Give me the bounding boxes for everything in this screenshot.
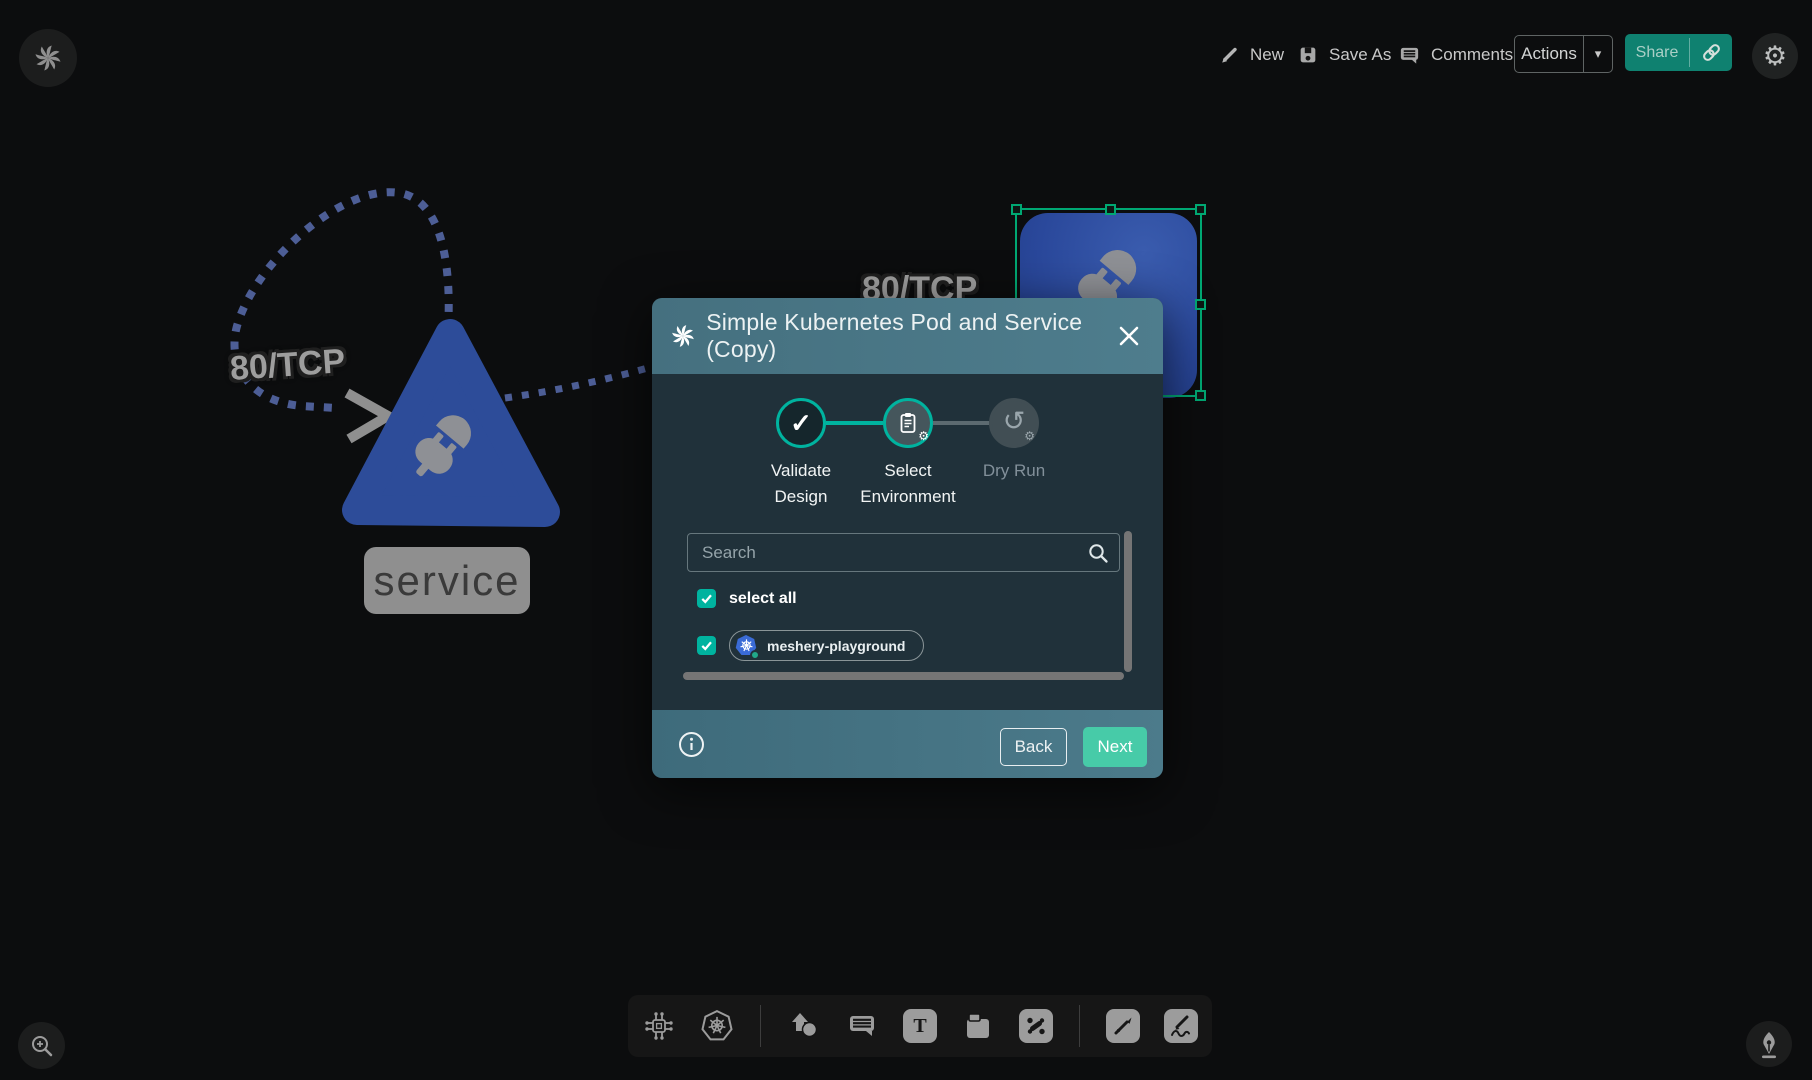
close-button[interactable] bbox=[1117, 324, 1141, 348]
horizontal-scrollbar[interactable] bbox=[683, 672, 1124, 680]
comments-label: Comments bbox=[1431, 45, 1513, 65]
new-label: New bbox=[1250, 45, 1284, 65]
meshery-logo-icon bbox=[33, 43, 63, 73]
copy-link-button[interactable] bbox=[1690, 34, 1732, 71]
save-icon bbox=[1297, 44, 1319, 66]
connection-status-dot bbox=[750, 650, 760, 660]
doodle-pencil-icon bbox=[1164, 1009, 1198, 1043]
components-tool-button[interactable] bbox=[642, 1009, 676, 1043]
new-button[interactable]: New bbox=[1218, 38, 1284, 72]
comment-icon bbox=[1398, 44, 1421, 67]
doodle-tool-button[interactable] bbox=[1164, 1009, 1198, 1043]
resize-handle-se[interactable] bbox=[1195, 390, 1206, 401]
link-nodes-icon bbox=[1019, 1009, 1053, 1043]
select-all-checkbox[interactable] bbox=[697, 589, 716, 608]
actions-button[interactable]: Actions ▾ bbox=[1514, 35, 1613, 73]
share-label[interactable]: Share bbox=[1625, 34, 1689, 71]
shapes-tool-button[interactable] bbox=[787, 1009, 821, 1043]
media-icon bbox=[961, 1009, 995, 1043]
edge-tool-button[interactable] bbox=[1019, 1009, 1053, 1043]
meshery-logo-icon bbox=[670, 323, 695, 349]
step-label-dry-run: Dry Run bbox=[962, 458, 1066, 484]
resize-handle-nw[interactable] bbox=[1011, 204, 1022, 215]
zoom-in-icon bbox=[29, 1033, 55, 1059]
toolbar-divider bbox=[1079, 1005, 1080, 1047]
actions-label[interactable]: Actions bbox=[1515, 36, 1583, 72]
gear-icon: ⚙ bbox=[918, 430, 929, 442]
check-icon bbox=[699, 638, 714, 653]
resize-handle-ne[interactable] bbox=[1195, 204, 1206, 215]
stepper-connector-todo bbox=[933, 421, 989, 425]
stepper-connector-done bbox=[826, 421, 883, 425]
pen-icon bbox=[1106, 1009, 1140, 1043]
kubernetes-tool-button[interactable] bbox=[700, 1009, 734, 1043]
comment-icon bbox=[845, 1009, 879, 1043]
next-button[interactable]: Next bbox=[1083, 727, 1147, 767]
resize-handle-n[interactable] bbox=[1105, 204, 1116, 215]
shapes-icon bbox=[787, 1009, 821, 1043]
toolbar-divider bbox=[760, 1005, 761, 1047]
kubernetes-badge bbox=[734, 634, 758, 658]
comment-tool-button[interactable] bbox=[845, 1009, 879, 1043]
search-icon[interactable] bbox=[1087, 542, 1110, 565]
modal-title: Simple Kubernetes Pod and Service (Copy) bbox=[706, 309, 1145, 363]
share-button[interactable]: Share bbox=[1625, 34, 1732, 71]
kubernetes-icon bbox=[700, 1009, 734, 1043]
pencil-icon bbox=[1218, 44, 1240, 66]
environment-name: meshery-playground bbox=[767, 638, 905, 654]
environment-search bbox=[687, 533, 1120, 572]
environment-chip[interactable]: meshery-playground bbox=[729, 630, 924, 661]
media-tool-button[interactable] bbox=[961, 1009, 995, 1043]
close-icon bbox=[1118, 325, 1140, 347]
canvas-toolbar: T bbox=[628, 995, 1212, 1057]
service-node-label-text: service bbox=[373, 557, 520, 605]
comments-button[interactable]: Comments bbox=[1398, 38, 1513, 72]
pen-mode-button[interactable] bbox=[1746, 1021, 1792, 1067]
back-button[interactable]: Back bbox=[1000, 728, 1067, 766]
fountain-pen-icon bbox=[1754, 1029, 1784, 1059]
gear-icon: ⚙ bbox=[1024, 430, 1035, 442]
history-icon: ↺ bbox=[1003, 408, 1026, 435]
gear-icon: ⚙ bbox=[1763, 43, 1787, 70]
deploy-modal: Simple Kubernetes Pod and Service (Copy)… bbox=[652, 298, 1163, 778]
pen-tool-button[interactable] bbox=[1106, 1009, 1140, 1043]
check-icon bbox=[699, 591, 714, 606]
check-icon: ✓ bbox=[790, 410, 812, 436]
edge-port-label: 80/TCP bbox=[229, 342, 347, 389]
select-all-row: select all bbox=[697, 589, 797, 608]
step-validate-design[interactable]: ✓ bbox=[776, 398, 826, 448]
text-tool-button[interactable]: T bbox=[903, 1009, 937, 1043]
modal-footer: Back Next bbox=[652, 710, 1163, 778]
search-input[interactable] bbox=[688, 534, 1119, 571]
zoom-button[interactable] bbox=[18, 1022, 65, 1069]
meshery-design-canvas: service 80/TCP 80/TCP ⚙ bbox=[0, 0, 1812, 1080]
save-as-label: Save As bbox=[1329, 45, 1391, 65]
text-tool-icon: T bbox=[913, 1016, 926, 1036]
chevron-down-icon[interactable]: ▾ bbox=[1584, 36, 1612, 72]
clipboard-icon bbox=[896, 411, 920, 435]
step-dry-run[interactable]: ↺ ⚙ bbox=[989, 398, 1039, 448]
info-icon[interactable] bbox=[678, 731, 705, 758]
select-all-label: select all bbox=[729, 590, 797, 608]
modal-header: Simple Kubernetes Pod and Service (Copy) bbox=[652, 298, 1163, 374]
service-node-label: service bbox=[364, 547, 530, 614]
link-icon bbox=[1701, 42, 1722, 63]
step-label-validate-design: Validate Design bbox=[749, 458, 853, 511]
save-as-button[interactable]: Save As bbox=[1297, 38, 1391, 72]
meshery-logo-button[interactable] bbox=[19, 29, 77, 87]
step-label-select-environment: Select Environment bbox=[856, 458, 960, 511]
environment-row: meshery-playground bbox=[697, 630, 924, 661]
resize-handle-e[interactable] bbox=[1195, 299, 1206, 310]
settings-button[interactable]: ⚙ bbox=[1752, 33, 1798, 79]
environment-checkbox[interactable] bbox=[697, 636, 716, 655]
chip-icon bbox=[642, 1009, 676, 1043]
vertical-scrollbar[interactable] bbox=[1124, 531, 1132, 672]
step-select-environment[interactable]: ⚙ bbox=[883, 398, 933, 448]
